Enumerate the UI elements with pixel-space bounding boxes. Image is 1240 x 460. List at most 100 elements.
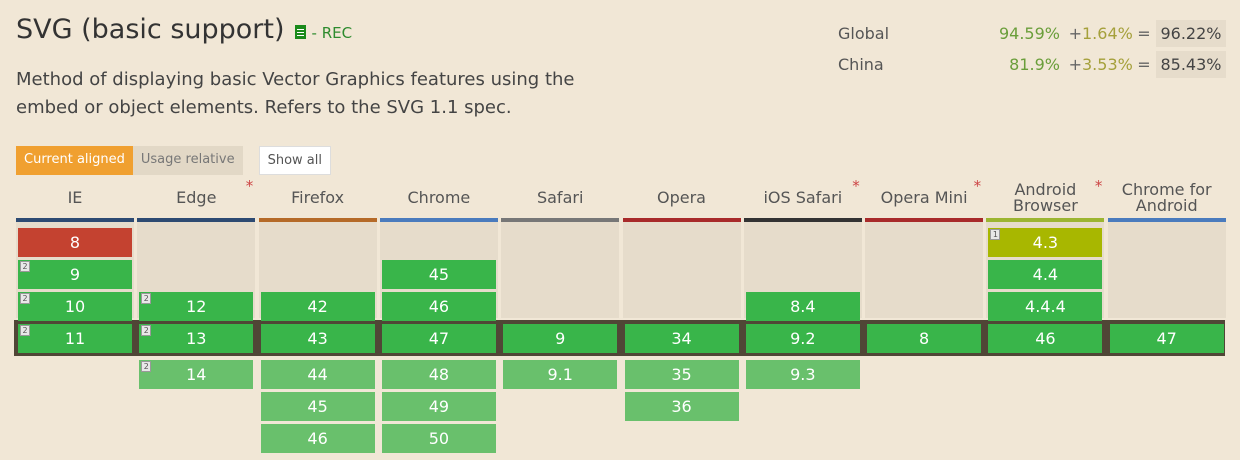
browser-header-edge: Edge * [137,178,256,225]
version-cell[interactable]: 47 [1109,324,1224,353]
usage-supported: 81.9% [1009,55,1060,74]
notes-asterisk-icon[interactable]: * [852,178,860,194]
version-cell[interactable]: 35 [624,360,739,389]
document-icon[interactable] [294,25,306,39]
version-number: 4.4 [1032,265,1059,284]
version-cell[interactable]: 49 [381,392,496,421]
notes-asterisk-icon[interactable]: * [974,178,982,194]
version-cell[interactable]: 45 [381,260,496,289]
usage-plus: + [1068,55,1082,74]
browser-name: Safari [501,178,619,218]
note-marker[interactable]: 2 [20,325,30,336]
version-cell[interactable]: 13 2 [139,324,254,353]
version-cell[interactable]: 46 [988,324,1103,353]
version-number: 9 [555,329,566,348]
version-number: 46 [307,429,328,448]
version-track [501,222,620,318]
version-cell[interactable]: 46 [260,424,375,453]
version-number: 46 [428,297,450,316]
note-marker[interactable]: 2 [20,261,30,272]
browser-header-android-browser: Android Browser * [986,178,1105,225]
note-marker[interactable]: 2 [141,361,152,372]
version-cell[interactable]: 45 [260,392,375,421]
version-cell[interactable]: 47 [381,324,496,353]
version-cell[interactable]: 34 [624,324,739,353]
version-cell[interactable]: 42 [260,292,375,321]
version-number: 10 [64,297,86,316]
version-track [865,222,984,318]
version-cell[interactable]: 46 [381,292,496,321]
version-cell[interactable]: 9 [503,324,618,353]
notes-asterisk-icon[interactable]: * [246,178,254,194]
browser-name-text: Firefox [291,188,345,207]
version-cell[interactable]: 4.4 [988,260,1103,289]
version-cell[interactable]: 48 [381,360,496,389]
version-number: 48 [428,365,450,384]
version-number: 11 [64,329,86,348]
version-cell[interactable]: 43 [260,324,375,353]
browser-header-opera-mini: Opera Mini * [865,178,984,225]
version-cell[interactable]: 9.3 [745,360,860,389]
version-cell[interactable]: 9.1 [503,360,618,389]
spec-status[interactable]: - REC [312,24,353,42]
browser-header-firefox: Firefox [258,178,377,225]
version-number: 44 [307,365,328,384]
browser-name: Edge * [137,178,255,218]
usage-partial: 1.64% [1082,24,1133,43]
version-cell[interactable]: 36 [624,392,739,421]
usage-equals: = [1137,55,1151,74]
version-number: 49 [428,397,450,416]
version-track [1107,222,1226,318]
version-cell[interactable]: 12 2 [139,292,254,321]
browser-name-text: Opera [657,188,706,207]
version-number: 35 [671,365,692,384]
usage-equals: = [1137,24,1151,43]
usage-partial: 3.53% [1082,55,1133,74]
tab-usage-relative[interactable]: Usage relative [132,146,243,175]
version-track [622,222,741,318]
version-number: 47 [1156,329,1177,348]
usage-row-global: Global 94.59% + 1.64% = 96.22% [838,18,1226,49]
version-cell[interactable]: 4.3 1 [988,228,1103,257]
version-number: 13 [186,329,207,348]
version-number: 4.3 [1032,233,1059,252]
version-cell[interactable]: 9.2 [745,324,860,353]
browser-header-chrome-for-android: Chrome for Android [1107,178,1226,225]
note-marker[interactable]: 2 [20,293,30,304]
browser-name-text: IE [67,188,83,207]
usage-supported: 94.59% [998,24,1060,43]
notes-asterisk-icon[interactable]: * [1095,178,1103,194]
version-number: 8 [919,329,930,348]
version-cell[interactable]: 11 2 [18,324,132,353]
version-cell[interactable]: 4.4.4 [988,292,1103,321]
version-cell[interactable]: 8.4 [745,292,860,321]
browser-name-text: Edge [176,188,217,207]
tab-current-aligned[interactable]: Current aligned [16,146,133,175]
note-marker[interactable]: 1 [990,229,1001,240]
version-number: 9.2 [790,329,816,348]
version-cell[interactable]: 44 [260,360,375,389]
version-cell[interactable]: 10 2 [18,292,132,321]
version-cell[interactable]: 8 [18,228,132,257]
browser-name: iOS Safari * [744,178,862,218]
usage-region: China [838,55,884,74]
note-marker[interactable]: 2 [141,293,152,304]
version-cell[interactable]: 8 [867,324,982,353]
browser-name-text: Opera Mini [880,188,968,207]
browser-header-chrome: Chrome [379,178,498,225]
usage-region: Global [838,24,890,43]
show-all-button[interactable]: Show all [258,146,331,175]
version-number: 4.4.4 [1025,297,1066,316]
note-marker[interactable]: 2 [141,325,152,336]
feature-description: Method of displaying basic Vector Graphi… [16,69,575,118]
usage-total: 96.22% [1156,20,1226,47]
browser-header-safari: Safari [501,178,620,225]
version-cell[interactable]: 92 [18,260,132,289]
view-tabs: Current aligned Usage relative Show all [16,146,331,175]
version-cell[interactable]: 50 [381,424,496,453]
browser-name-text: Safari [536,188,584,207]
version-cell[interactable]: 14 2 [139,360,254,389]
version-number: 9 [69,265,81,284]
version-number: 43 [307,329,328,348]
browser-name: Chrome for Android [1108,178,1226,218]
